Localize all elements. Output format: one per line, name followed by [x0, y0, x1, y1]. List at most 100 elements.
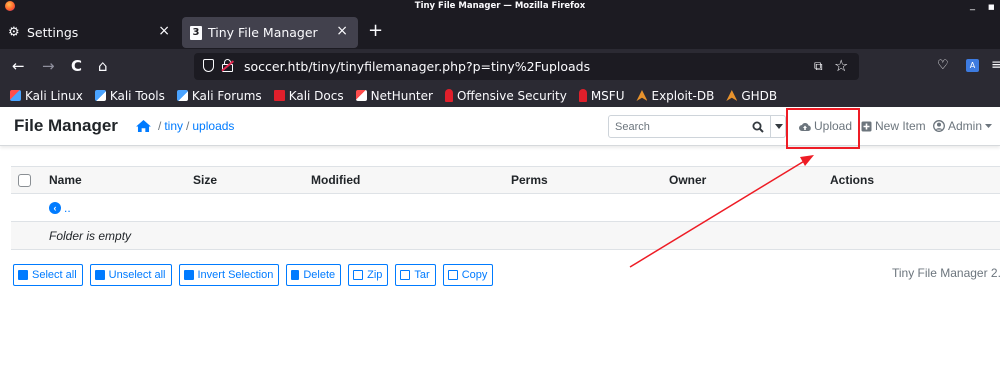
trash-icon	[291, 270, 300, 280]
version-footer: Tiny File Manager 2.4	[892, 266, 1000, 280]
zip-button[interactable]: Zip	[348, 264, 389, 286]
tab-label: Settings	[27, 25, 79, 40]
annotation-highlight-box	[786, 108, 860, 149]
navigation-toolbar: ← → C ⌂ soccer.htb/tiny/tinyfilemanager.…	[0, 49, 1000, 84]
back-button[interactable]: ←	[12, 57, 25, 75]
tar-button[interactable]: Tar	[395, 264, 436, 286]
gear-icon: ⚙	[8, 25, 20, 40]
plus-square-icon	[861, 121, 872, 131]
close-tab-icon[interactable]: ×	[336, 23, 348, 39]
unselect-all-button[interactable]: Unselect all	[89, 264, 172, 286]
list-icon	[183, 270, 194, 280]
kali-docs-icon	[273, 90, 285, 101]
home-button[interactable]: ⌂	[98, 57, 108, 75]
bookmark-exploit-db[interactable]: Exploit-DB	[636, 89, 714, 103]
select-all-checkbox[interactable]	[18, 174, 31, 188]
x-square-icon	[94, 270, 105, 280]
search-button[interactable]	[745, 116, 771, 137]
new-item-label: New Item	[875, 119, 926, 133]
file-archive-icon	[400, 270, 411, 280]
breadcrumb-uploads[interactable]: uploads	[192, 119, 234, 133]
insecure-lock-icon[interactable]	[221, 59, 234, 72]
parent-directory-row[interactable]: ‹..	[11, 193, 1000, 222]
file-archive-icon	[353, 270, 364, 280]
home-icon[interactable]	[136, 120, 151, 132]
search-icon	[752, 121, 764, 133]
extension-icon[interactable]: A	[966, 59, 979, 72]
new-item-link[interactable]: New Item	[861, 119, 926, 133]
parent-directory-cell[interactable]: ‹..	[49, 193, 1000, 222]
bookmark-offensive-security[interactable]: Offensive Security	[444, 89, 567, 103]
window-title: Tiny File Manager — Mozilla Firefox	[414, 1, 586, 11]
breadcrumb-separator: /	[158, 119, 162, 133]
kali-forums-icon	[176, 90, 188, 101]
tiny-favicon-icon: 3	[190, 25, 202, 40]
pocket-icon[interactable]: ♡	[937, 58, 949, 73]
hamburger-menu-icon[interactable]: ≡	[991, 57, 1000, 73]
bookmark-ghdb[interactable]: GHDB	[726, 89, 777, 103]
column-header-owner[interactable]: Owner	[669, 166, 830, 194]
nethunter-icon	[355, 90, 367, 101]
column-header-name[interactable]: Name	[49, 166, 193, 194]
minimize-button[interactable]: _	[970, 1, 975, 11]
close-window-button[interactable]: ■	[988, 2, 995, 12]
address-bar[interactable]: soccer.htb/tiny/tinyfilemanager.php?p=ti…	[194, 53, 859, 80]
bookmark-kali-tools[interactable]: Kali Tools	[94, 89, 165, 103]
bookmark-kali-docs[interactable]: Kali Docs	[273, 89, 344, 103]
tab-settings[interactable]: ⚙ Settings ×	[0, 17, 180, 48]
delete-button[interactable]: Delete	[286, 264, 342, 286]
empty-folder-row: Folder is empty	[11, 221, 1000, 250]
column-header-modified[interactable]: Modified	[311, 166, 511, 194]
breadcrumb-separator: /	[186, 119, 190, 133]
bookmarks-toolbar: Kali Linux Kali Tools Kali Forums Kali D…	[0, 84, 1000, 107]
check-square-icon	[18, 270, 28, 280]
offsec-icon	[444, 89, 453, 102]
exploitdb-icon	[636, 90, 648, 101]
header-checkbox-cell	[11, 166, 49, 194]
kali-icon	[10, 90, 21, 101]
tab-tiny-file-manager[interactable]: 3 Tiny File Manager ×	[182, 17, 358, 48]
window-titlebar: Tiny File Manager — Mozilla Firefox _ ■	[0, 0, 1000, 13]
new-tab-button[interactable]: +	[368, 22, 383, 40]
search-group	[608, 115, 786, 138]
caret-down-icon	[774, 124, 783, 129]
close-tab-icon[interactable]: ×	[158, 23, 170, 39]
url-text[interactable]: soccer.htb/tiny/tinyfilemanager.php?p=ti…	[244, 53, 590, 80]
admin-menu[interactable]: Admin	[933, 119, 995, 133]
column-header-actions: Actions	[830, 166, 1000, 194]
breadcrumb: / tiny / uploads	[136, 119, 234, 133]
bookmark-star-icon[interactable]: ☆	[834, 56, 848, 75]
translate-icon[interactable]: ⧉	[814, 59, 823, 74]
search-input[interactable]	[609, 116, 745, 137]
kali-tools-icon	[94, 90, 106, 101]
bulk-actions-bar: Select all Unselect all Invert Selection…	[13, 264, 500, 286]
browser-window: Tiny File Manager — Mozilla Firefox _ ■ …	[0, 0, 1000, 374]
chevron-left-circle-icon: ‹	[49, 202, 61, 215]
copy-icon	[447, 270, 458, 280]
bookmark-kali-linux[interactable]: Kali Linux	[10, 89, 83, 103]
forward-button[interactable]: →	[42, 57, 55, 75]
admin-label: Admin	[948, 119, 983, 133]
table-header-row: Name Size Modified Perms Owner Actions	[11, 166, 1000, 194]
caret-down-icon	[985, 124, 993, 128]
tracking-shield-icon[interactable]	[203, 59, 214, 72]
breadcrumb-tiny[interactable]: tiny	[164, 119, 183, 133]
column-header-perms[interactable]: Perms	[511, 166, 669, 194]
invert-selection-button[interactable]: Invert Selection	[178, 264, 280, 286]
bookmark-nethunter[interactable]: NetHunter	[355, 89, 433, 103]
file-table: Name Size Modified Perms Owner Actions ‹…	[11, 166, 1000, 250]
copy-button[interactable]: Copy	[442, 264, 494, 286]
msfu-icon	[578, 89, 587, 102]
bookmark-kali-forums[interactable]: Kali Forums	[176, 89, 262, 103]
column-header-size[interactable]: Size	[193, 166, 311, 194]
reload-button[interactable]: C	[71, 57, 82, 75]
select-all-button[interactable]: Select all	[13, 264, 83, 286]
ghdb-icon	[726, 90, 738, 101]
bookmark-msfu[interactable]: MSFU	[578, 89, 624, 103]
tab-bar: ⚙ Settings × 3 Tiny File Manager × +	[0, 13, 1000, 49]
empty-folder-message: Folder is empty	[49, 221, 1000, 250]
parent-directory-link[interactable]: ..	[64, 201, 71, 215]
brand-title[interactable]: File Manager	[14, 116, 118, 136]
search-options-dropdown[interactable]	[771, 116, 786, 137]
user-circle-icon	[933, 120, 945, 132]
